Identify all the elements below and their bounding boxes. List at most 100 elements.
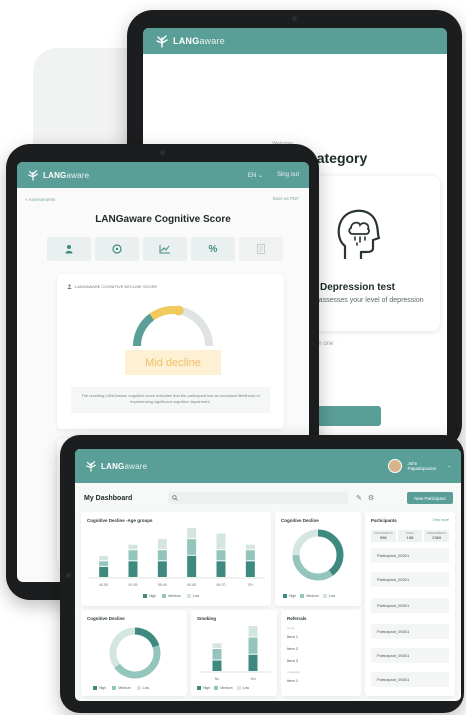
brand-name: LANG [173, 36, 200, 46]
bar-low [157, 539, 167, 550]
x-tick-label: 70+ [247, 583, 253, 587]
legend-label: Low [192, 594, 200, 598]
panel-title: Cognitive Decline -Age groups [87, 518, 153, 523]
app-header: LANG aware John Papadopoulos ⌄ [75, 449, 461, 483]
participant-item[interactable]: Participant_00001 [371, 672, 449, 687]
smoking-chart: No Yes [199, 626, 271, 681]
camera [66, 573, 71, 578]
brand-logo-icon [86, 461, 96, 472]
legend-label: Medium [306, 594, 319, 598]
legend-label: High [289, 594, 297, 598]
bar-high [212, 660, 222, 671]
screen: LANG aware John Papadopoulos ⌄ My Dashboa… [75, 449, 461, 701]
logo: LANG aware [85, 460, 147, 472]
tab-chart[interactable] [143, 237, 187, 261]
continue-button[interactable] [315, 406, 381, 426]
referral-item[interactable]: Item 1 [287, 634, 298, 639]
legend-item-low: Low [136, 686, 149, 691]
bar-medium [245, 550, 255, 561]
brand-suffix: aware [124, 461, 148, 471]
stat-assessments: ASSESSMENTS 2369 [424, 530, 450, 542]
dashboard-tools: ✎ ⚙ [356, 494, 374, 502]
score-gauge [133, 305, 213, 347]
search-input[interactable] [168, 492, 348, 504]
bar-low [216, 533, 226, 550]
referral-item[interactable]: Item 2 [287, 646, 298, 651]
view-more-link[interactable]: View more [433, 518, 449, 523]
bar-high [245, 561, 255, 577]
panel-title: Participants [371, 518, 397, 523]
info-icon [112, 244, 122, 254]
participants-header: Participants View more [371, 518, 449, 523]
new-participant-button[interactable]: New Participant [407, 492, 453, 504]
bar-medium [248, 637, 258, 654]
user-last-name: Papadopoulos [407, 466, 437, 471]
tab-document[interactable] [239, 237, 283, 261]
panel-title: Referrals [287, 616, 307, 621]
head-cloud-icon [337, 209, 381, 259]
stat-today: TODAY 198 [397, 530, 423, 542]
header-actions: EN ⌄ Sing out [248, 172, 299, 179]
user-menu[interactable]: John Papadopoulos ⌄ [388, 459, 451, 473]
legend-item-high: High [283, 594, 297, 599]
referral-item[interactable]: Item 1 [287, 678, 298, 683]
gear-icon[interactable]: ⚙ [368, 494, 374, 502]
participants-panel: Participants View more PARTICIPANTS 956 T… [365, 512, 455, 696]
stat-value: 2369 [432, 535, 442, 540]
cognitive-decline-panel-2: Cognitive Decline High Medium Low [81, 610, 187, 696]
participant-item[interactable]: Participant_00001 [371, 648, 449, 663]
bar-high [128, 561, 138, 577]
edit-icon[interactable]: ✎ [356, 494, 362, 502]
cognitive-decline-donut [292, 529, 344, 581]
result-note: The resulting LANGaware cognitive score … [71, 387, 270, 413]
legend-item-medium: Medium [162, 594, 181, 599]
person-icon [65, 245, 73, 254]
tab-info[interactable] [95, 237, 139, 261]
brand-suffix: aware [66, 170, 90, 180]
logo: LANG aware [155, 34, 225, 48]
legend-item-medium: Medium [300, 594, 319, 599]
referrals-day-label: Yesterday [287, 670, 301, 674]
stat-value: 956 [379, 535, 387, 540]
participant-item[interactable]: Participant_00001 [371, 548, 449, 563]
x-tick-label: 50-55 [129, 583, 138, 587]
gauge-segment-low [133, 313, 155, 347]
bar-low [248, 626, 258, 637]
chart-legend: High Medium Low [283, 594, 335, 599]
tab-percent[interactable]: % [191, 237, 235, 261]
stat-participants: PARTICIPANTS 956 [371, 530, 396, 542]
chevron-down-icon: ⌄ [447, 463, 451, 469]
bar-low [212, 643, 222, 648]
legend-item-low: Low [236, 686, 249, 691]
legend-label: Medium [220, 686, 233, 690]
back-link[interactable]: < Assessments [25, 197, 55, 202]
save-pdf-link[interactable]: Save as PDF [272, 196, 299, 201]
brand-name: LANG [101, 461, 125, 471]
language-select[interactable]: EN ⌄ [248, 172, 263, 179]
x-tick-label: Yes [250, 677, 256, 681]
panel-title: Smoking [197, 616, 217, 621]
signout-link[interactable]: Sing out [277, 172, 299, 179]
legend-label: High [203, 686, 211, 690]
bar-medium [99, 561, 109, 566]
brand-name: LANG [43, 170, 67, 180]
tab-person[interactable] [47, 237, 91, 261]
brand-logo-icon [156, 35, 168, 48]
participant-item[interactable]: Participant_00001 [371, 624, 449, 639]
bar-medium [128, 550, 138, 561]
x-tick-label: No [215, 677, 220, 681]
x-tick-label: 40-50 [99, 583, 108, 587]
referral-item[interactable]: Item 3 [287, 658, 298, 663]
logo: LANG aware [27, 169, 89, 181]
bar-high [187, 555, 197, 577]
participant-item[interactable]: Participant_00001 [371, 598, 449, 613]
legend-item-high: High [143, 594, 156, 599]
brand-suffix: aware [199, 36, 225, 46]
score-card: LANGAWARE COGNITIVE DECLINE SCORE Mid de… [57, 274, 284, 429]
avatar [388, 459, 403, 473]
chart-legend: High Medium Low [93, 686, 149, 691]
legend-item-high: High [197, 686, 211, 691]
referrals-panel: Referrals Today Item 1 Item 2 Item 3 Yes… [281, 610, 367, 696]
participant-item[interactable]: Participant_00001 [371, 572, 449, 587]
chart-legend: High Medium Low [143, 594, 200, 599]
